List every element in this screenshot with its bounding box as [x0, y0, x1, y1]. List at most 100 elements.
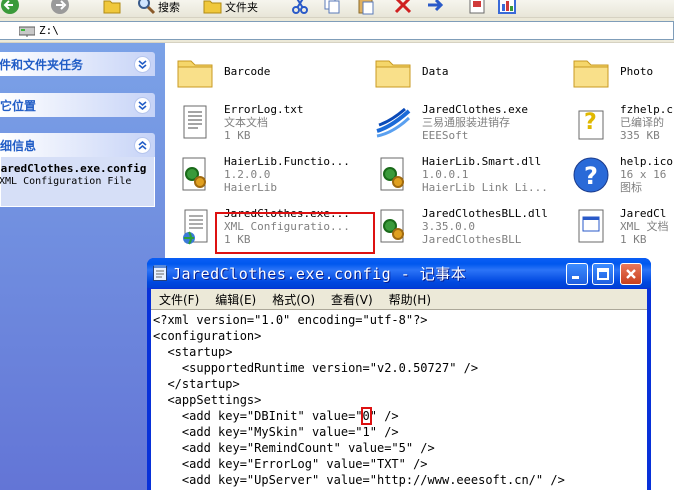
address-bar: Z:\ [0, 18, 674, 43]
text-line: <startup> [153, 345, 233, 359]
dll-gear-icon [175, 155, 215, 195]
minimize-icon [572, 276, 579, 279]
address-path: Z:\ [39, 24, 59, 37]
notepad-title: JaredClothes.exe.config - 记事本 [172, 265, 467, 283]
explorer-toolbar: 搜索 文件夹 [0, 0, 674, 18]
task-pane: 文件和文件夹任务 其它位置 详细信息 JaredClothes.exe.conf… [0, 43, 165, 490]
expand-chevron-icon[interactable] [134, 97, 151, 114]
file-detail: 1.0.0.1 [422, 168, 469, 181]
text-line: <add key="ErrorLog" value="TXT" /> [153, 457, 428, 471]
other-places-header[interactable]: 其它位置 [0, 93, 155, 117]
collapse-chevron-icon[interactable] [134, 137, 151, 154]
paste-icon [356, 0, 376, 15]
forward-button[interactable] [50, 0, 70, 17]
scissors-icon [290, 0, 310, 15]
views-grid-icon [497, 0, 517, 15]
other-places-label: 其它位置 [0, 98, 37, 113]
folders-icon [203, 0, 223, 15]
svg-text:?: ? [584, 162, 598, 190]
maximize-button[interactable] [592, 263, 614, 285]
menu-help[interactable]: 帮助(H) [381, 291, 431, 308]
address-field[interactable]: Z:\ [0, 21, 674, 40]
details-file-name: JaredClothes.exe.config [0, 162, 147, 175]
paste-button[interactable] [356, 0, 376, 17]
xml-window-icon [571, 207, 611, 247]
file-folder-tasks-label: 文件和文件夹任务 [0, 57, 84, 72]
copy-icon [322, 0, 342, 15]
folder-icon [175, 51, 215, 91]
file-detail: 1 KB [224, 129, 251, 142]
folder-icon [373, 51, 413, 91]
highlight-box [215, 212, 375, 254]
notepad-window: JaredClothes.exe.config - 记事本 文件(F) 编辑(E… [147, 258, 651, 490]
notepad-icon [153, 265, 167, 281]
menu-file[interactable]: 文件(F) [151, 291, 199, 308]
details-label: 详细信息 [0, 138, 37, 153]
folder-icon [571, 51, 611, 91]
help-file-icon: ? [571, 103, 611, 143]
notepad-text-area[interactable]: <?xml version="1.0" encoding="utf-8"?> <… [151, 309, 647, 490]
properties-icon [467, 0, 487, 15]
network-drive-icon [18, 25, 36, 37]
expand-chevron-icon[interactable] [134, 56, 151, 73]
app-swoosh-icon [373, 103, 413, 143]
menu-view[interactable]: 查看(V) [323, 291, 373, 308]
file-detail: 文本文档 [224, 116, 268, 129]
file-name: JaredCl [620, 207, 667, 220]
file-name: help.ico [620, 155, 673, 168]
file-name: Data [422, 65, 449, 78]
minimize-button[interactable] [566, 263, 588, 285]
cut-button[interactable] [290, 0, 310, 17]
file-name: ErrorLog.txt [224, 103, 304, 116]
close-button[interactable] [620, 263, 642, 285]
file-name: JaredClothesBLL.dll [422, 207, 548, 220]
file-name: JaredClothes.exe [422, 103, 528, 116]
text-line: <supportedRuntime version="v2.0.50727" /… [153, 361, 479, 375]
text-line: <configuration> [153, 329, 262, 343]
menu-edit[interactable]: 编辑(E) [207, 291, 256, 308]
xml-config-icon [175, 207, 215, 247]
delete-button[interactable] [393, 0, 413, 17]
dbinit-prefix: <add key="DBInit" value=" [153, 409, 363, 423]
undo-button[interactable] [425, 0, 445, 17]
file-detail: 16 x 16 [620, 168, 667, 181]
file-name: Photo [620, 65, 654, 78]
properties-button[interactable] [467, 0, 487, 17]
file-detail: HaierLib Link Li... [422, 181, 548, 194]
forward-arrow-icon [50, 0, 70, 15]
maximize-icon [597, 268, 609, 280]
up-folder-button[interactable] [102, 0, 122, 17]
dll-gear-icon [373, 155, 413, 195]
search-button[interactable]: 搜索 [136, 0, 180, 17]
file-name: Barcode [224, 65, 271, 78]
file-detail: JaredClothesBLL [422, 233, 522, 246]
dbinit-value-highlight: 0 [360, 407, 372, 425]
back-button[interactable] [0, 0, 20, 17]
folders-button[interactable]: 文件夹 [203, 0, 258, 17]
menu-format[interactable]: 格式(O) [264, 291, 315, 308]
file-detail: 335 KB [620, 129, 660, 142]
text-line: <add key="UpServer" value="http://www.ee… [153, 473, 565, 487]
file-detail: 1 KB [620, 233, 647, 246]
file-detail: 图标 [620, 181, 642, 194]
file-detail: HaierLib [224, 181, 277, 194]
back-arrow-icon [0, 0, 20, 15]
views-button[interactable] [497, 0, 517, 17]
close-icon [626, 269, 636, 279]
file-name: fzhelp.c [620, 103, 673, 116]
copy-button[interactable] [322, 0, 342, 17]
text-document-icon [175, 103, 215, 143]
details-file-type: XML Configuration File [0, 176, 132, 187]
notepad-titlebar[interactable]: JaredClothes.exe.config - 记事本 [147, 258, 651, 288]
text-line: <?xml version="1.0" encoding="utf-8"?> [153, 313, 428, 327]
file-detail: 三易通服装进销存 [422, 116, 510, 129]
details-header[interactable]: 详细信息 [0, 133, 155, 157]
file-name: HaierLib.Smart.dll [422, 155, 542, 168]
text-line: </startup> [153, 377, 240, 391]
file-folder-tasks-header[interactable]: 文件和文件夹任务 [0, 52, 155, 76]
file-detail: 1.2.0.0 [224, 168, 271, 181]
up-folder-icon [102, 0, 122, 15]
file-detail: 已编译的 [620, 116, 664, 129]
search-button-label: 搜索 [158, 1, 180, 14]
undo-arrow-icon [425, 0, 445, 15]
